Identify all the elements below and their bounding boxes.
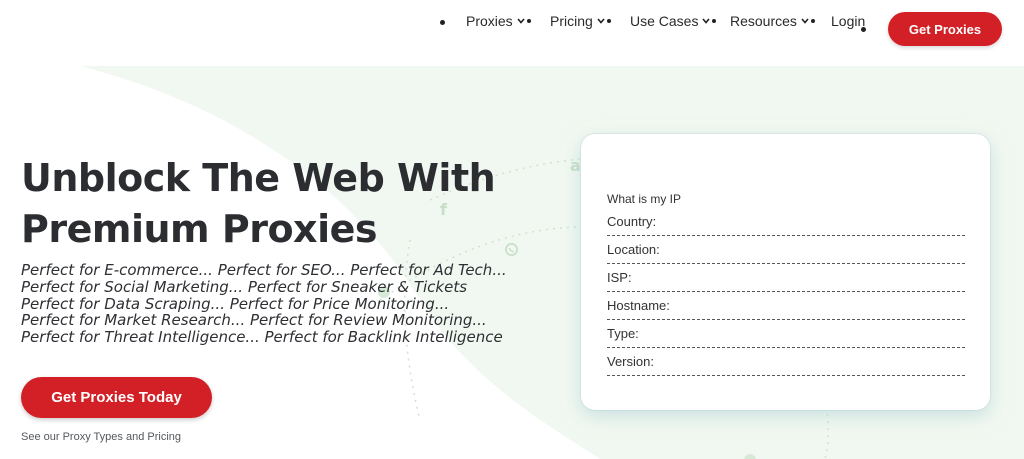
login-label: Login [831, 13, 866, 29]
tagline: Perfect for Data Scraping... Perfect for… [21, 294, 450, 313]
login-link[interactable]: Login [831, 13, 865, 29]
chevron-down-icon [597, 18, 611, 24]
ip-field-hostname: Hostname: [607, 298, 965, 320]
ip-field-version: Version: [607, 354, 965, 376]
ip-field-label: Hostname: [607, 298, 670, 313]
proxy-types-pricing-link[interactable]: See our Proxy Types and Pricing [21, 431, 181, 443]
nav-item-label: Proxies [466, 13, 513, 29]
tagline: Perfect for Social Marketing... Perfect … [21, 277, 468, 296]
nav-item-label: Use Cases [630, 13, 699, 29]
hero-title-line: Unblock The Web With [21, 156, 496, 200]
get-proxies-today-button[interactable]: Get Proxies Today [21, 377, 212, 418]
ip-field-location: Location: [607, 242, 965, 264]
nav-item-resources[interactable]: Resources [730, 13, 815, 29]
ip-field-label: Location: [607, 242, 660, 257]
tagline: Perfect for Market Research... Perfect f… [21, 311, 487, 330]
tagline: Perfect for E-commerce... Perfect for SE… [21, 261, 507, 279]
nav-item-label: Resources [730, 13, 797, 29]
ip-info-card: What is my IP Country: Location: ISP: Ho… [581, 134, 990, 410]
nav-item-proxies[interactable]: Proxies [466, 13, 531, 29]
nav-item-pricing[interactable]: Pricing [550, 13, 611, 29]
tagline: Perfect for Threat Intelligence... Perfe… [21, 328, 503, 347]
chevron-down-icon [517, 18, 531, 24]
amazon-icon: a [570, 156, 581, 175]
top-navigation: Proxies Pricing Use Cases Resources Logi… [0, 0, 1024, 60]
hero-title: Unblock The Web With Premium Proxies [21, 153, 541, 255]
nav-bullet [861, 27, 866, 32]
ip-field-type: Type: [607, 326, 965, 348]
nav-item-use-cases[interactable]: Use Cases [630, 13, 717, 29]
ip-field-label: Type: [607, 326, 639, 341]
hero-title-line: Premium Proxies [21, 207, 378, 251]
get-proxies-button[interactable]: Get Proxies [888, 12, 1002, 46]
ip-field-label: Version: [607, 354, 654, 369]
ip-field-label: Country: [607, 214, 657, 229]
ip-card-title: What is my IP [607, 192, 682, 206]
decor-icon [742, 452, 758, 459]
chevron-down-icon [801, 18, 815, 24]
tagline-list: Perfect for E-commerce... Perfect for SE… [21, 262, 507, 346]
ip-field-isp: ISP: [607, 270, 965, 292]
ip-field-country: Country: [607, 214, 965, 236]
ip-field-label: ISP: [607, 270, 632, 285]
nav-bullet [440, 20, 445, 25]
chevron-down-icon [702, 18, 717, 24]
nav-item-label: Pricing [550, 13, 593, 29]
